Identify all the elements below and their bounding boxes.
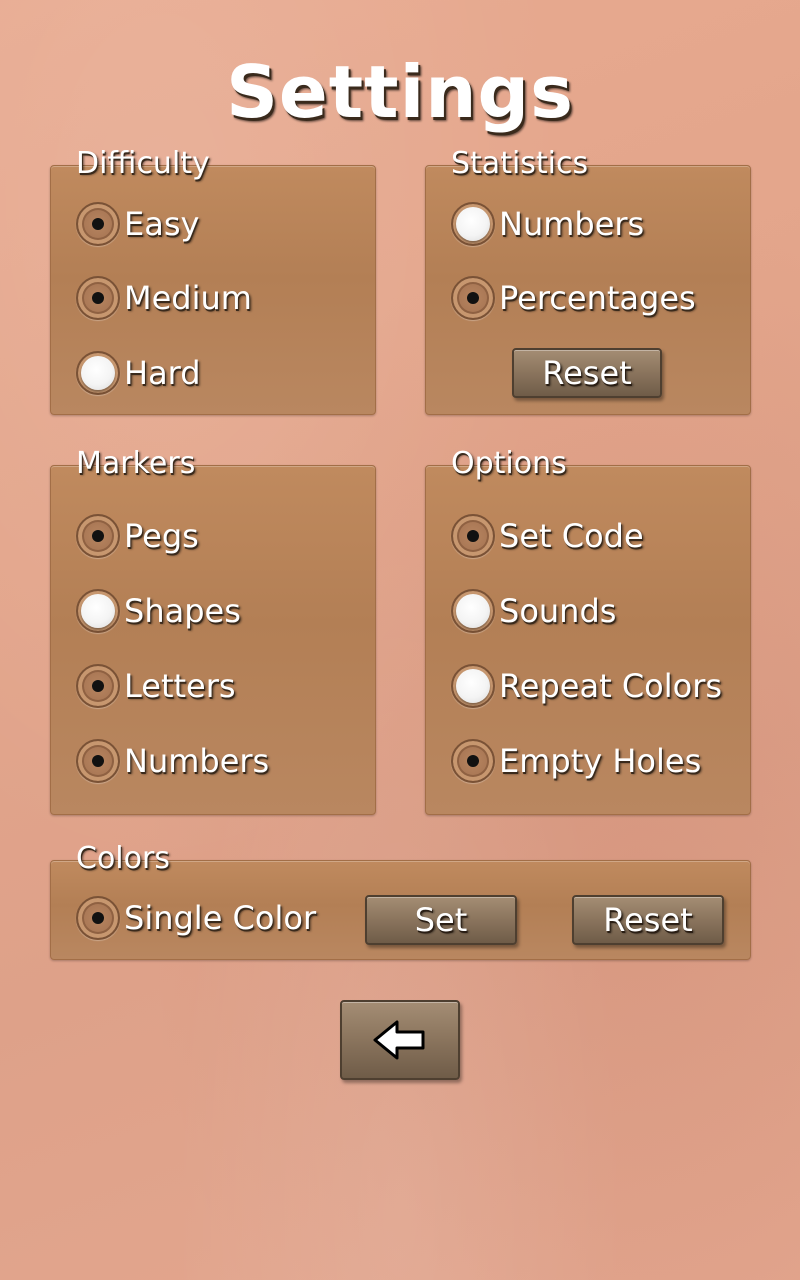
statistics-option-numbers[interactable]: Numbers	[451, 200, 644, 248]
colors-option-single-color[interactable]: Single Color	[76, 894, 316, 942]
difficulty-title: Difficulty	[76, 146, 210, 181]
page-title: Settings	[226, 50, 574, 134]
radio-unselected-icon[interactable]	[451, 202, 495, 246]
radio-unselected-icon[interactable]	[76, 589, 120, 633]
radio-selected-icon[interactable]	[451, 739, 495, 783]
radio-selected-icon[interactable]	[76, 664, 120, 708]
markers-option-pegs[interactable]: Pegs	[76, 512, 199, 560]
option-label: Easy	[124, 205, 200, 243]
options-title: Options	[451, 446, 567, 481]
markers-option-numbers[interactable]: Numbers	[76, 737, 269, 785]
colors-title: Colors	[76, 841, 170, 876]
radio-selected-icon[interactable]	[76, 202, 120, 246]
option-label: Single Color	[124, 899, 317, 937]
option-label: Set Code	[499, 517, 644, 555]
statistics-reset-button[interactable]: Reset	[512, 348, 662, 398]
markers-option-letters[interactable]: Letters	[76, 662, 236, 710]
option-label: Pegs	[124, 517, 199, 555]
radio-selected-icon[interactable]	[76, 896, 120, 940]
options-option-sounds[interactable]: Sounds	[451, 587, 616, 635]
option-label: Shapes	[124, 592, 241, 630]
radio-unselected-icon[interactable]	[451, 589, 495, 633]
radio-selected-icon[interactable]	[76, 739, 120, 783]
option-label: Repeat Colors	[499, 667, 723, 705]
radio-unselected-icon[interactable]	[451, 664, 495, 708]
statistics-title: Statistics	[451, 146, 589, 181]
option-label: Sounds	[499, 592, 617, 630]
difficulty-option-medium[interactable]: Medium	[76, 274, 252, 322]
options-option-empty-holes[interactable]: Empty Holes	[451, 737, 701, 785]
option-label: Percentages	[499, 279, 696, 317]
back-arrow-icon	[373, 1020, 425, 1060]
radio-selected-icon[interactable]	[451, 276, 495, 320]
option-label: Numbers	[499, 205, 645, 243]
markers-option-shapes[interactable]: Shapes	[76, 587, 241, 635]
option-label: Medium	[124, 279, 252, 317]
option-label: Letters	[124, 667, 236, 705]
option-label: Hard	[124, 354, 201, 392]
options-option-repeat-colors[interactable]: Repeat Colors	[451, 662, 722, 710]
radio-selected-icon[interactable]	[451, 514, 495, 558]
back-button[interactable]	[340, 1000, 460, 1080]
radio-selected-icon[interactable]	[76, 514, 120, 558]
option-label: Empty Holes	[499, 742, 702, 780]
statistics-option-percentages[interactable]: Percentages	[451, 274, 696, 322]
colors-set-button[interactable]: Set	[365, 895, 517, 945]
option-label: Numbers	[124, 742, 270, 780]
colors-reset-button[interactable]: Reset	[572, 895, 724, 945]
difficulty-option-easy[interactable]: Easy	[76, 200, 199, 248]
radio-unselected-icon[interactable]	[76, 351, 120, 395]
markers-title: Markers	[76, 446, 196, 481]
radio-selected-icon[interactable]	[76, 276, 120, 320]
difficulty-option-hard[interactable]: Hard	[76, 349, 201, 397]
options-option-set-code[interactable]: Set Code	[451, 512, 644, 560]
